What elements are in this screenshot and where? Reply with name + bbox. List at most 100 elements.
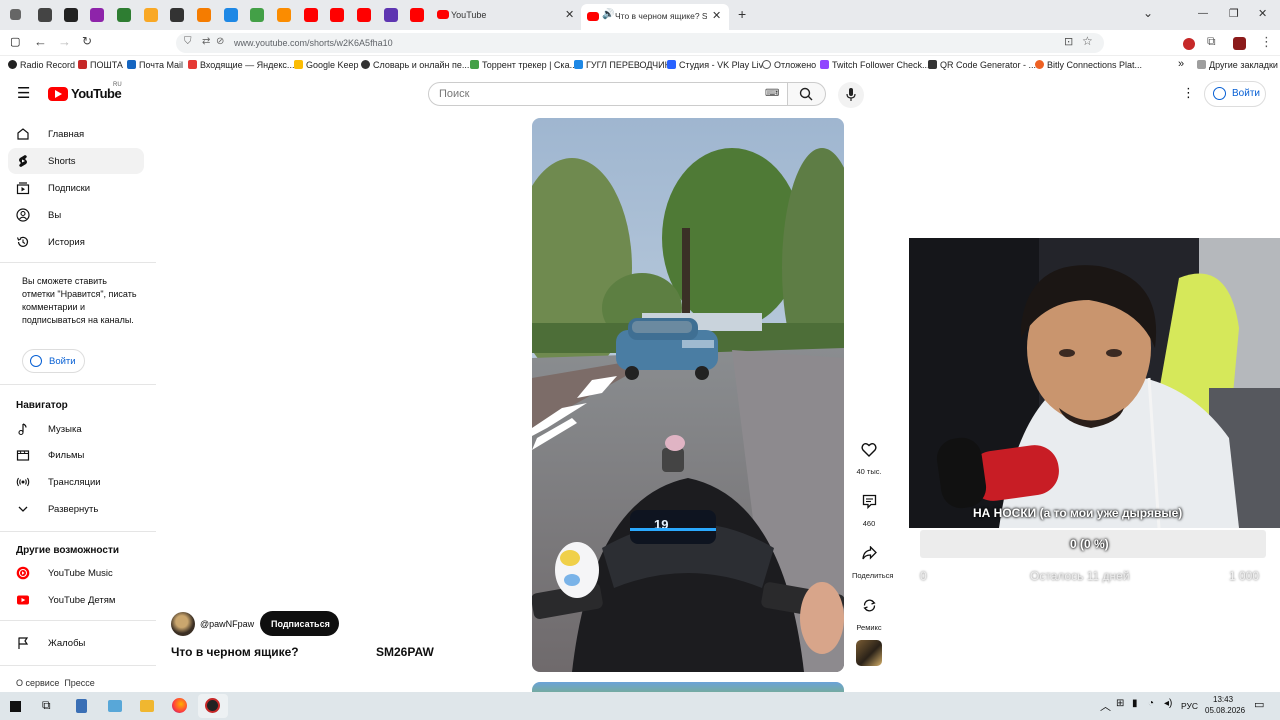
tab-youtube[interactable]: YouTube xyxy=(451,10,486,20)
bookmarks-overflow-icon[interactable]: » xyxy=(1178,58,1184,70)
sidebar-footer-links[interactable]: О сервисе Прессе xyxy=(16,678,95,688)
bookmark-dictionary[interactable]: Словарь и онлайн пе... xyxy=(361,60,469,70)
bookmark-poshta[interactable]: ПОШТА xyxy=(78,60,123,70)
pinned-tab-icon[interactable] xyxy=(64,8,78,22)
bookmark-star-icon[interactable]: ☆ xyxy=(1082,34,1093,48)
sidebar-item-live[interactable]: Трансляции xyxy=(8,469,144,495)
file-explorer-icon[interactable] xyxy=(140,700,154,712)
bookmark-torrent[interactable]: Торрент трекер | Ска... xyxy=(470,60,577,70)
new-tab-button[interactable]: + xyxy=(738,6,746,22)
translate-icon[interactable]: ⊘ xyxy=(216,36,224,47)
sidebar-item-shorts[interactable]: Shorts xyxy=(8,148,144,174)
tab-search-icon[interactable]: ⌄ xyxy=(1143,6,1153,20)
tray-usb-icon[interactable]: ▮ xyxy=(1132,698,1138,709)
signin-button[interactable]: Войти xyxy=(1204,81,1266,107)
comments-button[interactable]: 460 xyxy=(852,486,886,528)
pinned-tab-icon[interactable] xyxy=(170,8,184,22)
start-windows-icon[interactable] xyxy=(10,701,21,712)
tray-overflow-icon[interactable]: ︿ xyxy=(1100,698,1111,714)
pinned-tab-icon[interactable] xyxy=(330,8,344,22)
task-view-icon[interactable]: ⧉ xyxy=(42,698,51,713)
speaker-icon[interactable]: 🔊 xyxy=(602,9,614,20)
extension-icon[interactable] xyxy=(1183,38,1195,50)
sidebar-item-home[interactable]: Главная xyxy=(8,121,144,147)
pinned-tab-icon[interactable] xyxy=(357,8,371,22)
subscribe-button[interactable]: Подписаться xyxy=(260,611,339,636)
pinned-tab-icon[interactable] xyxy=(224,8,238,22)
bookmark-bitly[interactable]: Bitly Connections Plat... xyxy=(1035,60,1142,70)
snipping-app-icon[interactable] xyxy=(108,700,122,712)
tab-close-icon[interactable]: ✕ xyxy=(565,8,574,21)
voice-search-button[interactable] xyxy=(838,82,864,108)
sidebar-item-history[interactable]: История xyxy=(8,229,144,255)
back-button[interactable]: ← xyxy=(34,34,47,49)
pinned-tab-icon[interactable] xyxy=(90,8,104,22)
audio-track-thumbnail[interactable] xyxy=(856,640,882,666)
bookmark-google-keep[interactable]: Google Keep xyxy=(294,60,359,70)
pinned-tab-icon[interactable] xyxy=(38,8,52,22)
sidebar-item-music[interactable]: Музыка xyxy=(8,416,144,442)
tray-network-icon[interactable]: ⊞ xyxy=(1116,698,1124,709)
tab-active-short[interactable]: 🔊 Что в черном ящике? SM2 ✕ xyxy=(581,4,729,30)
tray-volume-icon[interactable]: ◂) xyxy=(1164,698,1172,709)
pinned-tab-icon[interactable] xyxy=(250,8,264,22)
clock-date[interactable]: 05.08.2026 xyxy=(1205,706,1245,715)
install-app-icon[interactable]: ⊡ xyxy=(1064,35,1073,48)
url-text[interactable]: www.youtube.com/shorts/w2K6A5fha10 xyxy=(234,38,393,48)
channel-avatar[interactable] xyxy=(171,612,195,636)
pinned-tab-icon[interactable] xyxy=(117,8,131,22)
bookmark-twitch[interactable]: Twitch Follower Check... xyxy=(820,60,930,70)
like-button[interactable]: 40 тыс. xyxy=(852,434,886,476)
address-bar[interactable]: ⛉ ⇄ ⊘ www.youtube.com/shorts/w2K6A5fha10… xyxy=(176,33,1104,53)
shield-icon[interactable]: ⛉ xyxy=(184,36,192,47)
bookmark-qr[interactable]: QR Code Generator - ... xyxy=(928,60,1036,70)
clock-time[interactable]: 13:43 xyxy=(1213,695,1233,704)
pinned-tab-icon[interactable] xyxy=(304,8,318,22)
pinned-tab-icon[interactable] xyxy=(197,8,211,22)
search-button[interactable] xyxy=(788,82,826,106)
sidebar-toggle-icon[interactable] xyxy=(10,9,21,20)
site-settings-icon[interactable]: ⇄ xyxy=(202,36,210,47)
input-language[interactable]: РУС xyxy=(1181,701,1198,711)
reload-button[interactable]: ↻ xyxy=(82,34,92,48)
bookmark-mail[interactable]: Почта Mail xyxy=(127,60,183,70)
search-box[interactable]: Поиск ⌨ xyxy=(428,82,788,106)
bookmark-vk-play[interactable]: Студия - VK Play Live xyxy=(667,60,768,70)
active-app-highlight[interactable] xyxy=(198,694,228,718)
short-title[interactable]: Что в черном ящике? xyxy=(171,645,299,659)
search-input[interactable]: Поиск xyxy=(439,88,469,100)
remix-button[interactable]: Ремикс xyxy=(852,590,886,632)
hamburger-menu-icon[interactable]: ☰ xyxy=(17,84,30,102)
short-video-player[interactable]: 19 xyxy=(532,118,844,672)
menu-kebab-icon[interactable]: ⋮ xyxy=(1260,34,1273,50)
tab-close-icon[interactable]: ✕ xyxy=(712,9,721,22)
settings-kebab-icon[interactable]: ⋮ xyxy=(1182,85,1195,101)
notifications-icon[interactable]: ▭ xyxy=(1254,698,1264,711)
channel-handle[interactable]: @pawNFpaw xyxy=(200,619,254,629)
maximize-button[interactable]: ❐ xyxy=(1229,7,1239,20)
bookmark-translate[interactable]: ГУГЛ ПЕРЕВОДЧИК xyxy=(574,60,670,70)
sidebar-item-movies[interactable]: Фильмы xyxy=(8,442,144,468)
share-button[interactable]: Поделиться xyxy=(852,538,893,580)
minimize-button[interactable]: — xyxy=(1198,8,1208,19)
pinned-tab-icon[interactable] xyxy=(144,8,158,22)
keyboard-icon[interactable]: ⌨ xyxy=(765,88,779,99)
pinned-tab-icon[interactable] xyxy=(410,8,424,22)
tray-wifi-icon[interactable]: ◔ xyxy=(1148,698,1154,709)
sidebar-item-reports[interactable]: Жалобы xyxy=(8,630,144,656)
sidebar-item-you[interactable]: Вы xyxy=(8,202,144,228)
bookmark-radio-record[interactable]: Radio Record xyxy=(8,60,75,70)
pinned-tab-icon[interactable] xyxy=(384,8,398,22)
sidebar-item-expand[interactable]: Развернуть xyxy=(8,496,144,522)
firefox-app-icon[interactable] xyxy=(172,698,187,713)
workspaces-icon[interactable]: ▢ xyxy=(10,35,20,48)
sidebar-item-subscriptions[interactable]: Подписки xyxy=(8,175,144,201)
sidebar-item-youtube-kids[interactable]: YouTube Детям xyxy=(8,587,144,613)
forward-button[interactable]: → xyxy=(58,34,71,49)
extensions-puzzle-icon[interactable]: ⧉ xyxy=(1207,34,1216,49)
pinned-tab-icon[interactable] xyxy=(277,8,291,22)
close-window-button[interactable]: ✕ xyxy=(1258,7,1267,20)
calculator-app-icon[interactable] xyxy=(76,699,87,713)
bookmark-other[interactable]: Другие закладки xyxy=(1197,60,1278,70)
extension-badge-icon[interactable] xyxy=(1233,37,1246,50)
